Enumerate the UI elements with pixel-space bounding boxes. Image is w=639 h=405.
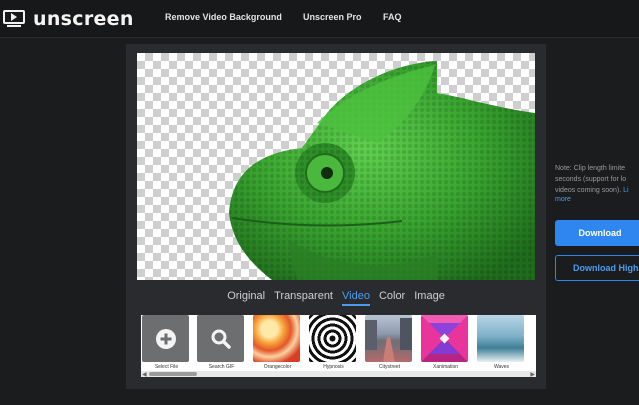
- search-gif-label: Search GIF: [208, 364, 235, 370]
- select-file-button[interactable]: Select File: [142, 315, 191, 370]
- search-gif-button[interactable]: Search GIF: [197, 315, 246, 370]
- tab-original[interactable]: Original: [227, 290, 265, 306]
- scroll-left-arrow-icon[interactable]: ◀: [142, 371, 147, 377]
- tab-transparent[interactable]: Transparent: [274, 290, 333, 306]
- download-high-button[interactable]: Download High: [555, 255, 639, 281]
- background-picker: Select File Search GIF Orangecolor Hypno…: [141, 315, 536, 377]
- chevron-right-icon[interactable]: ›: [518, 325, 534, 353]
- clip-length-note: Note: Clip length limite seconds (suppor…: [555, 165, 629, 194]
- plus-icon: [155, 328, 176, 349]
- background-hypnosis[interactable]: Hypnosis: [309, 315, 358, 370]
- background-citystreet[interactable]: Citystreet: [365, 315, 414, 370]
- tab-image[interactable]: Image: [414, 290, 445, 306]
- nav-faq[interactable]: FAQ: [383, 12, 402, 22]
- chameleon-subject: [229, 61, 535, 280]
- scrollbar-thumb[interactable]: [149, 372, 197, 376]
- tab-color[interactable]: Color: [379, 290, 405, 306]
- search-icon: [211, 329, 231, 349]
- street-scene-image: [365, 318, 412, 362]
- editor-panel: Original Transparent Video Color Image S…: [126, 44, 546, 389]
- select-file-label: Select File: [154, 364, 179, 370]
- scroll-right-arrow-icon[interactable]: ▶: [530, 371, 535, 377]
- brand-name: unscreen: [33, 8, 134, 30]
- top-bar: unscreen Remove Video Background Unscree…: [0, 0, 639, 38]
- nav-unscreen-pro[interactable]: Unscreen Pro: [303, 12, 362, 22]
- play-screen-icon: [3, 10, 25, 28]
- background-orangecolor[interactable]: Orangecolor: [253, 315, 302, 370]
- x-pattern-image: [421, 315, 468, 362]
- learn-more-link[interactable]: Li: [623, 187, 628, 194]
- nav-remove-video-background[interactable]: Remove Video Background: [165, 12, 282, 22]
- more-link[interactable]: more: [555, 196, 571, 203]
- tab-video[interactable]: Video: [342, 290, 370, 306]
- xanimation-label: Xanimation: [432, 364, 458, 370]
- hypnosis-label: Hypnosis: [323, 364, 344, 370]
- background-xanimation[interactable]: Xanimation: [421, 315, 470, 370]
- video-preview[interactable]: [137, 53, 535, 280]
- preview-tabs: Original Transparent Video Color Image: [126, 290, 546, 306]
- citystreet-label: Citystreet: [378, 364, 401, 370]
- waves-label: Waves: [493, 364, 510, 370]
- brand-logo[interactable]: unscreen: [3, 8, 134, 30]
- download-button[interactable]: Download: [555, 220, 639, 246]
- orangecolor-label: Orangecolor: [263, 364, 292, 370]
- horizontal-scrollbar[interactable]: ◀ ▶: [141, 371, 536, 377]
